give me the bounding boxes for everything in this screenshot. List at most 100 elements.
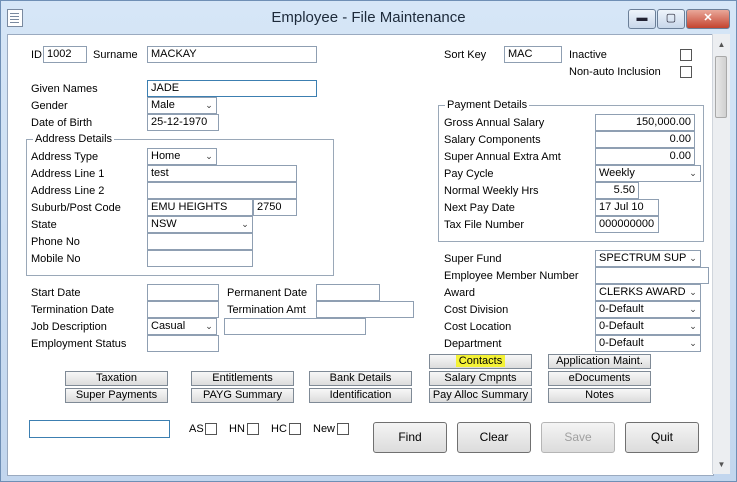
close-button[interactable]: ✕ xyxy=(686,9,730,29)
given-names-field[interactable]: JADE xyxy=(147,80,317,97)
edocuments-button[interactable]: eDocuments xyxy=(548,371,651,386)
salary-components-label: Salary Components xyxy=(444,134,541,146)
title-bar: Employee - File Maintenance ▬ ▢ ✕ xyxy=(1,1,736,35)
start-date-field[interactable] xyxy=(147,284,219,301)
state-label: State xyxy=(31,219,57,231)
scrollbar-thumb[interactable] xyxy=(715,56,727,118)
gender-select[interactable]: Male ⌄ xyxy=(147,97,217,114)
permanent-date-field[interactable] xyxy=(316,284,380,301)
weekly-hours-label: Normal Weekly Hrs xyxy=(444,185,539,197)
pay-alloc-summary-button[interactable]: Pay Alloc Summary xyxy=(429,388,532,403)
chevron-down-icon: ⌄ xyxy=(238,217,252,232)
termination-date-field[interactable] xyxy=(147,301,219,318)
identification-button[interactable]: Identification xyxy=(309,388,412,403)
tax-file-number-field[interactable]: 000000000 xyxy=(595,216,659,233)
postcode-field[interactable]: 2750 xyxy=(253,199,297,216)
cost-location-select[interactable]: 0-Default ⌄ xyxy=(595,318,701,335)
next-pay-date-label: Next Pay Date xyxy=(444,202,515,214)
award-value: CLERKS AWARD xyxy=(599,286,686,298)
suburb-field[interactable]: EMU HEIGHTS xyxy=(147,199,253,216)
as-checkbox[interactable] xyxy=(205,423,217,435)
find-button[interactable]: Find xyxy=(373,422,447,453)
address-type-value: Home xyxy=(151,150,181,162)
job-description-label: Job Description xyxy=(31,321,107,333)
inactive-label: Inactive xyxy=(569,49,607,61)
scroll-up-arrow-icon[interactable]: ▲ xyxy=(713,36,730,53)
employment-status-field[interactable] xyxy=(147,335,219,352)
bank-details-button[interactable]: Bank Details xyxy=(309,371,412,386)
address-line-2-field[interactable] xyxy=(147,182,297,199)
save-button[interactable]: Save xyxy=(541,422,615,453)
address-line-2-label: Address Line 2 xyxy=(31,185,105,197)
contacts-button[interactable]: Contacts xyxy=(429,354,532,369)
job-description-select[interactable]: Casual ⌄ xyxy=(147,318,217,335)
state-value: NSW xyxy=(151,218,177,230)
quit-button[interactable]: Quit xyxy=(625,422,699,453)
sort-key-field[interactable]: MAC xyxy=(504,46,562,63)
phone-field[interactable] xyxy=(147,233,253,250)
department-label: Department xyxy=(444,338,502,350)
job-description-text-field[interactable] xyxy=(224,318,366,335)
non-auto-inclusion-checkbox[interactable] xyxy=(680,66,692,78)
new-checkbox[interactable] xyxy=(337,423,349,435)
address-type-select[interactable]: Home ⌄ xyxy=(147,148,217,165)
id-field[interactable]: 1002 xyxy=(43,46,87,63)
mobile-label: Mobile No xyxy=(31,253,81,265)
phone-label: Phone No xyxy=(31,236,80,248)
vertical-scrollbar[interactable]: ▲ ▼ xyxy=(712,34,730,474)
clear-button[interactable]: Clear xyxy=(457,422,531,453)
gender-label: Gender xyxy=(31,100,68,112)
hc-label: HC xyxy=(271,423,287,435)
cost-division-value: 0-Default xyxy=(599,303,644,315)
chevron-down-icon: ⌄ xyxy=(686,251,700,266)
termination-amt-label: Termination Amt xyxy=(227,304,306,316)
non-auto-inclusion-label: Non-auto Inclusion xyxy=(569,66,661,78)
state-select[interactable]: NSW ⌄ xyxy=(147,216,253,233)
chevron-down-icon: ⌄ xyxy=(686,285,700,300)
member-number-field[interactable] xyxy=(595,267,709,284)
next-pay-date-field[interactable]: 17 Jul 10 xyxy=(595,199,659,216)
suburb-label: Suburb/Post Code xyxy=(31,202,121,214)
payment-details-title: Payment Details xyxy=(445,98,530,112)
pay-cycle-select[interactable]: Weekly ⌄ xyxy=(595,165,701,182)
form-area: ID 1002 Surname MACKAY Sort Key MAC Inac… xyxy=(7,34,714,476)
termination-date-label: Termination Date xyxy=(31,304,115,316)
scroll-down-arrow-icon[interactable]: ▼ xyxy=(713,456,730,473)
hn-checkbox[interactable] xyxy=(247,423,259,435)
pay-cycle-label: Pay Cycle xyxy=(444,168,494,180)
award-select[interactable]: CLERKS AWARD ⌄ xyxy=(595,284,701,301)
search-input[interactable] xyxy=(29,420,170,438)
chevron-down-icon: ⌄ xyxy=(686,166,700,181)
maximize-button[interactable]: ▢ xyxy=(657,9,685,29)
super-fund-select[interactable]: SPECTRUM SUPEI ⌄ xyxy=(595,250,701,267)
pay-cycle-value: Weekly xyxy=(599,167,635,179)
inactive-checkbox[interactable] xyxy=(680,49,692,61)
super-payments-button[interactable]: Super Payments xyxy=(65,388,168,403)
date-of-birth-field[interactable]: 25-12-1970 xyxy=(147,114,219,131)
taxation-button[interactable]: Taxation xyxy=(65,371,168,386)
weekly-hours-field[interactable]: 5.50 xyxy=(595,182,639,199)
mobile-field[interactable] xyxy=(147,250,253,267)
notes-button[interactable]: Notes xyxy=(548,388,651,403)
chevron-down-icon: ⌄ xyxy=(686,302,700,317)
salary-components-field[interactable]: 0.00 xyxy=(595,131,695,148)
minimize-button[interactable]: ▬ xyxy=(628,9,656,29)
address-line-1-field[interactable]: test xyxy=(147,165,297,182)
salary-cmpnts-button[interactable]: Salary Cmpnts xyxy=(429,371,532,386)
entitlements-button[interactable]: Entitlements xyxy=(191,371,294,386)
chevron-down-icon: ⌄ xyxy=(202,98,216,113)
chevron-down-icon: ⌄ xyxy=(202,149,216,164)
super-extra-field[interactable]: 0.00 xyxy=(595,148,695,165)
application-maint-button[interactable]: Application Maint. xyxy=(548,354,651,369)
termination-amt-field[interactable] xyxy=(316,301,414,318)
hc-checkbox[interactable] xyxy=(289,423,301,435)
cost-location-value: 0-Default xyxy=(599,320,644,332)
department-select[interactable]: 0-Default ⌄ xyxy=(595,335,701,352)
address-details-title: Address Details xyxy=(33,132,115,146)
payg-summary-button[interactable]: PAYG Summary xyxy=(191,388,294,403)
surname-field[interactable]: MACKAY xyxy=(147,46,317,63)
contacts-button-label: Contacts xyxy=(455,355,506,367)
permanent-date-label: Permanent Date xyxy=(227,287,308,299)
gross-salary-field[interactable]: 150,000.00 xyxy=(595,114,695,131)
cost-division-select[interactable]: 0-Default ⌄ xyxy=(595,301,701,318)
